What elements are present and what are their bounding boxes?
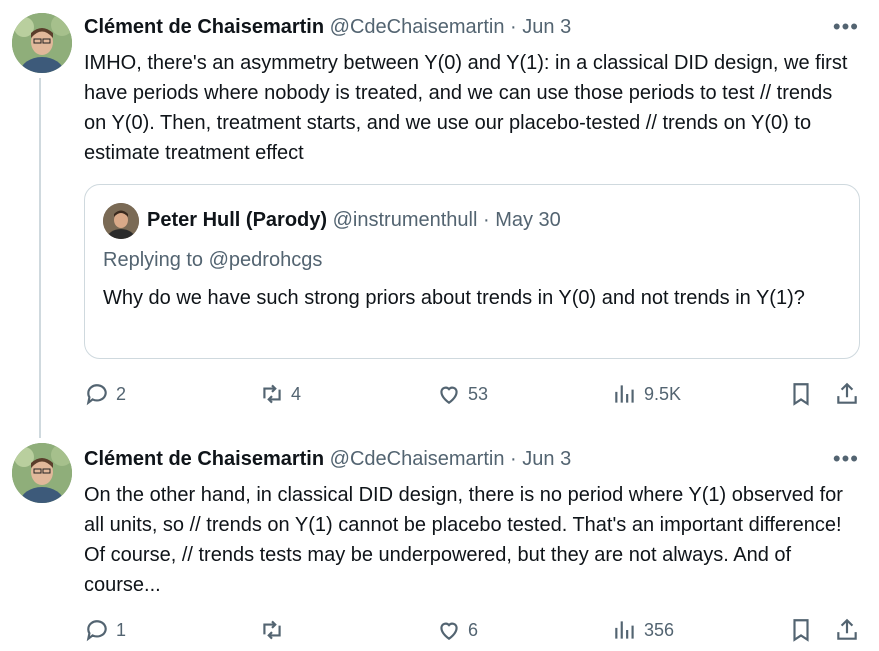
reply-button[interactable]: 1 [84, 615, 126, 645]
reply-count: 1 [116, 619, 127, 640]
quoted-header: Peter Hull (Parody) @instrumenthull · Ma… [147, 209, 561, 232]
quoted-text: Why do we have such strong priors about … [103, 287, 805, 309]
views-button[interactable]: 356 [612, 615, 674, 645]
author-name[interactable]: Clément de Chaisemartin [84, 448, 324, 470]
replying-to: Replying to @pedrohcgs [103, 249, 323, 271]
quoted-tweet[interactable]: Peter Hull (Parody) @instrumenthull · Ma… [84, 184, 860, 359]
reply-icon [86, 620, 107, 642]
retweet-button[interactable]: 4 [259, 379, 301, 409]
quoted-author-handle[interactable]: @instrumenthull [333, 209, 478, 231]
heart-icon [440, 386, 458, 404]
quoted-author-name[interactable]: Peter Hull (Parody) [147, 209, 327, 231]
views-icon [615, 385, 634, 403]
quoted-avatar-image [103, 203, 139, 239]
view-count: 356 [644, 619, 675, 640]
author-handle[interactable]: @CdeChaisemartin [330, 16, 505, 38]
retweet-button[interactable] [259, 615, 291, 645]
avatar[interactable] [12, 443, 72, 503]
separator: · [510, 448, 517, 470]
separator: · [482, 209, 490, 231]
tweet-body: On the other hand, in classical DID desi… [84, 480, 854, 600]
reply-button[interactable]: 2 [84, 379, 126, 409]
tweet-date[interactable]: Jun 3 [522, 16, 571, 38]
more-icon[interactable]: ••• [833, 448, 859, 470]
quoted-body: Why do we have such strong priors about … [103, 283, 843, 313]
more-icon[interactable]: ••• [833, 16, 859, 38]
avatar-image [12, 443, 72, 503]
tweet-header: Clément de Chaisemartin @CdeChaisemartin… [84, 16, 571, 39]
heart-icon [440, 622, 458, 640]
views-button[interactable]: 9.5K [612, 379, 681, 409]
reply-icon [86, 384, 107, 406]
tweet-text: IMHO, there's an asymmetry between Y(0) … [84, 52, 848, 164]
bookmark-button[interactable] [788, 379, 814, 409]
retweet-icon [263, 620, 281, 640]
share-button[interactable] [834, 615, 860, 645]
like-count: 53 [468, 383, 489, 404]
bookmark-button[interactable] [788, 615, 814, 645]
tweet-actions: 2 4 53 9.5K [84, 379, 864, 409]
like-button[interactable]: 53 [436, 379, 488, 409]
retweet-count: 4 [291, 383, 302, 404]
share-button[interactable] [834, 379, 860, 409]
author-handle[interactable]: @CdeChaisemartin [330, 448, 505, 470]
reply-count: 2 [116, 383, 127, 404]
tweet-date[interactable]: Jun 3 [522, 448, 571, 470]
bookmark-icon [793, 619, 809, 642]
share-icon [837, 618, 857, 640]
bookmark-icon [793, 383, 809, 406]
like-button[interactable]: 6 [436, 615, 478, 645]
view-count: 9.5K [644, 383, 682, 404]
tweet-header: Clément de Chaisemartin @CdeChaisemartin… [84, 448, 571, 471]
tweet-text: On the other hand, in classical DID desi… [84, 484, 843, 596]
thread-connector-line [39, 78, 41, 438]
retweet-icon [263, 384, 281, 404]
avatar[interactable] [12, 13, 72, 73]
like-count: 6 [468, 619, 479, 640]
tweet-body: IMHO, there's an asymmetry between Y(0) … [84, 48, 854, 168]
tweet-actions: 1 6 356 [84, 615, 864, 645]
quoted-date[interactable]: May 30 [495, 209, 561, 231]
quoted-avatar[interactable] [103, 203, 139, 239]
author-name[interactable]: Clément de Chaisemartin [84, 16, 324, 38]
avatar-image [12, 13, 72, 73]
views-icon [615, 621, 634, 639]
share-icon [837, 382, 857, 404]
separator: · [510, 16, 517, 38]
